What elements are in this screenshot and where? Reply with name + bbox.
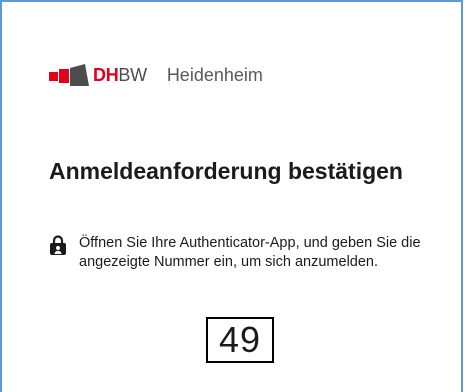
- instruction-text: Öffnen Sie Ihre Authenticator-App, und g…: [79, 235, 421, 270]
- dhbw-logo: DH BW Heidenheim: [49, 63, 263, 87]
- brand-location: Heidenheim: [166, 64, 263, 85]
- brand-name-regular: BW: [118, 64, 147, 85]
- lock-icon: [50, 235, 66, 255]
- instruction-row: Öffnen Sie Ihre Authenticator-App, und g…: [49, 234, 439, 272]
- brand-name-bold: DH: [93, 64, 119, 85]
- dhbw-logo-icon: [49, 64, 89, 86]
- sign-in-panel: DH BW Heidenheim Anmeldeanforderung bestä…: [0, 0, 463, 392]
- page-title: Anmeldeanforderung bestätigen: [49, 158, 403, 184]
- verification-number: 49: [206, 317, 274, 363]
